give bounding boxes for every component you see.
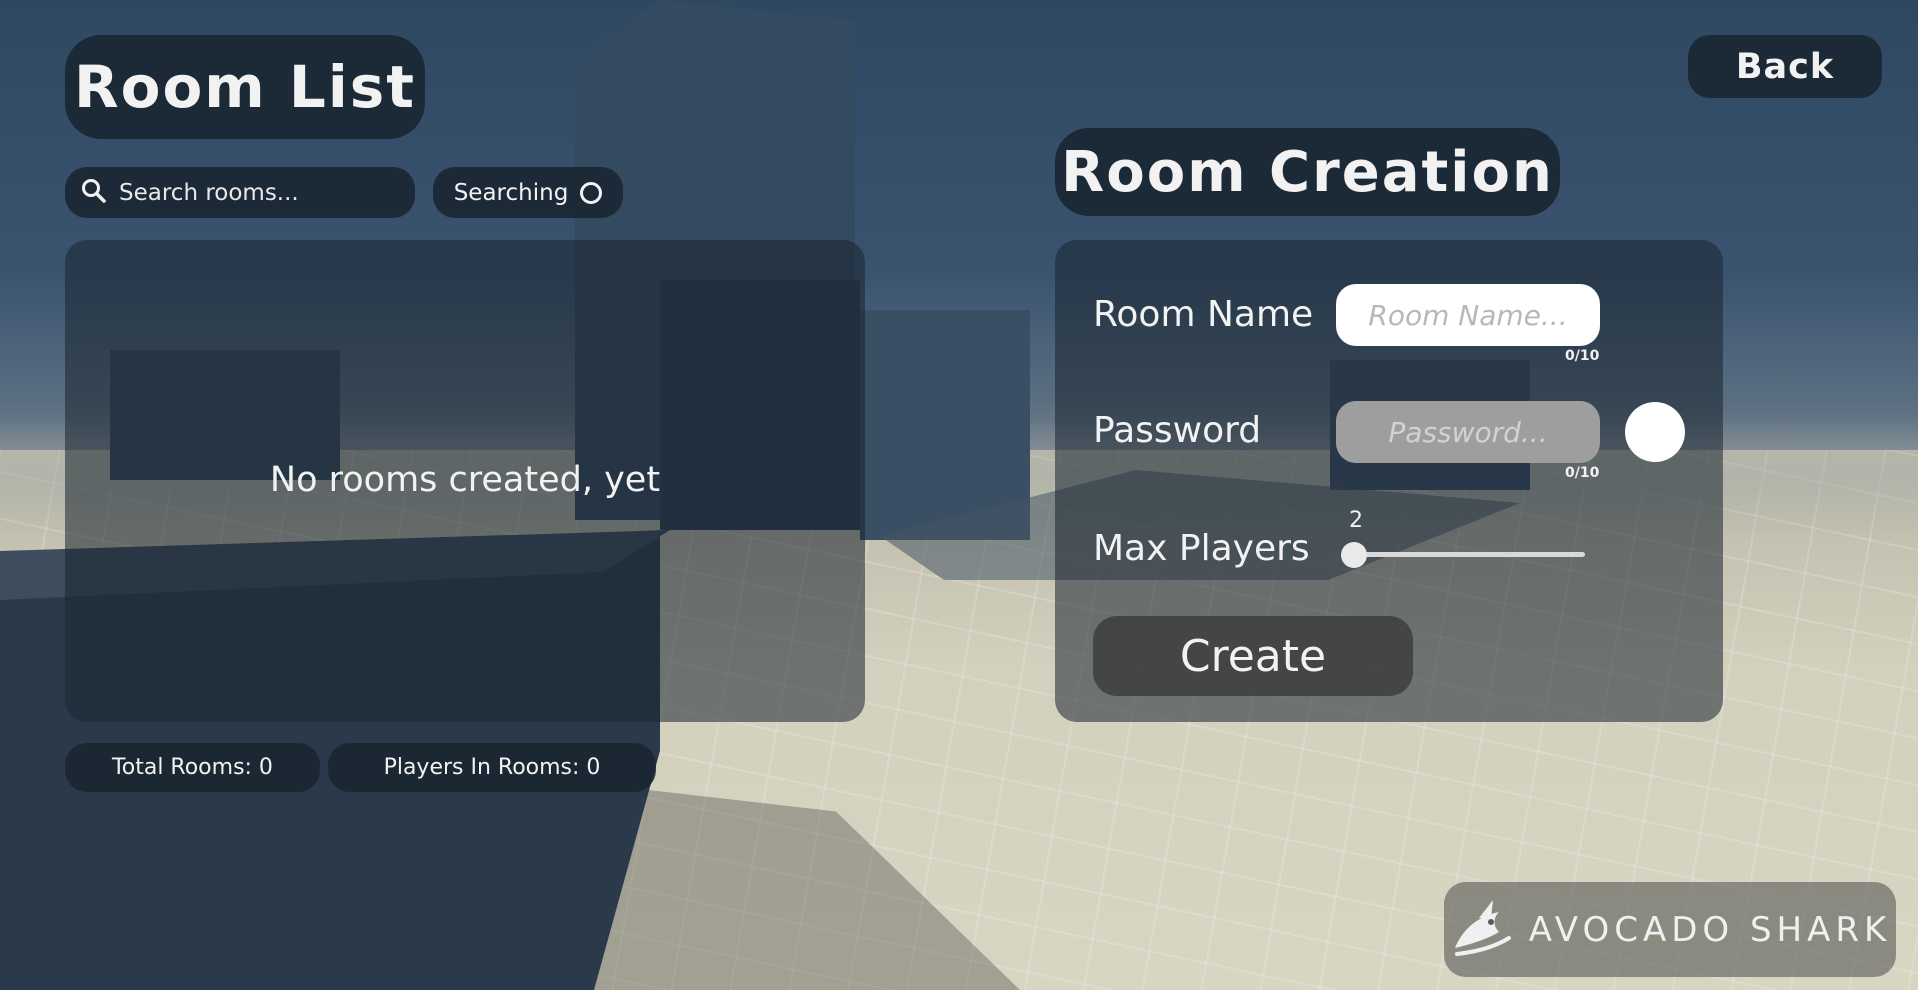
room-creation-panel: Room Name Room Name... 0/10 Password Pas… <box>1055 240 1723 722</box>
max-players-value: 2 <box>1349 508 1363 533</box>
back-button[interactable]: Back <box>1688 35 1882 98</box>
loading-spinner-icon <box>580 181 603 204</box>
search-icon <box>81 178 107 208</box>
empty-room-message: No rooms created, yet <box>269 460 661 500</box>
password-char-count: 0/10 <box>1565 465 1600 481</box>
logo-text: AVOCADO SHARK <box>1528 909 1892 950</box>
max-players-slider[interactable] <box>1351 552 1585 557</box>
searching-label: Searching <box>453 179 569 206</box>
max-players-label: Max Players <box>1093 528 1310 569</box>
room-name-input[interactable]: Room Name... <box>1336 284 1600 346</box>
room-list-panel: No rooms created, yet <box>65 240 865 722</box>
total-rooms-badge: Total Rooms: 0 <box>65 743 320 792</box>
room-creation-title: Room Creation <box>1055 128 1560 216</box>
room-name-label: Room Name <box>1093 294 1314 335</box>
search-placeholder: Search rooms... <box>119 179 299 206</box>
create-button[interactable]: Create <box>1093 616 1413 696</box>
max-players-slider-handle[interactable] <box>1341 542 1367 568</box>
room-list-title: Room List <box>65 35 425 139</box>
password-input[interactable]: Password... <box>1336 401 1600 463</box>
password-toggle[interactable] <box>1625 402 1685 462</box>
password-label: Password <box>1093 410 1262 451</box>
search-rooms-input[interactable]: Search rooms... <box>65 167 415 218</box>
room-name-char-count: 0/10 <box>1565 348 1600 364</box>
shark-logo-icon <box>1449 898 1515 962</box>
searching-status: Searching <box>433 167 623 218</box>
avocado-shark-logo: AVOCADO SHARK <box>1444 882 1896 977</box>
players-in-rooms-badge: Players In Rooms: 0 <box>328 743 656 792</box>
